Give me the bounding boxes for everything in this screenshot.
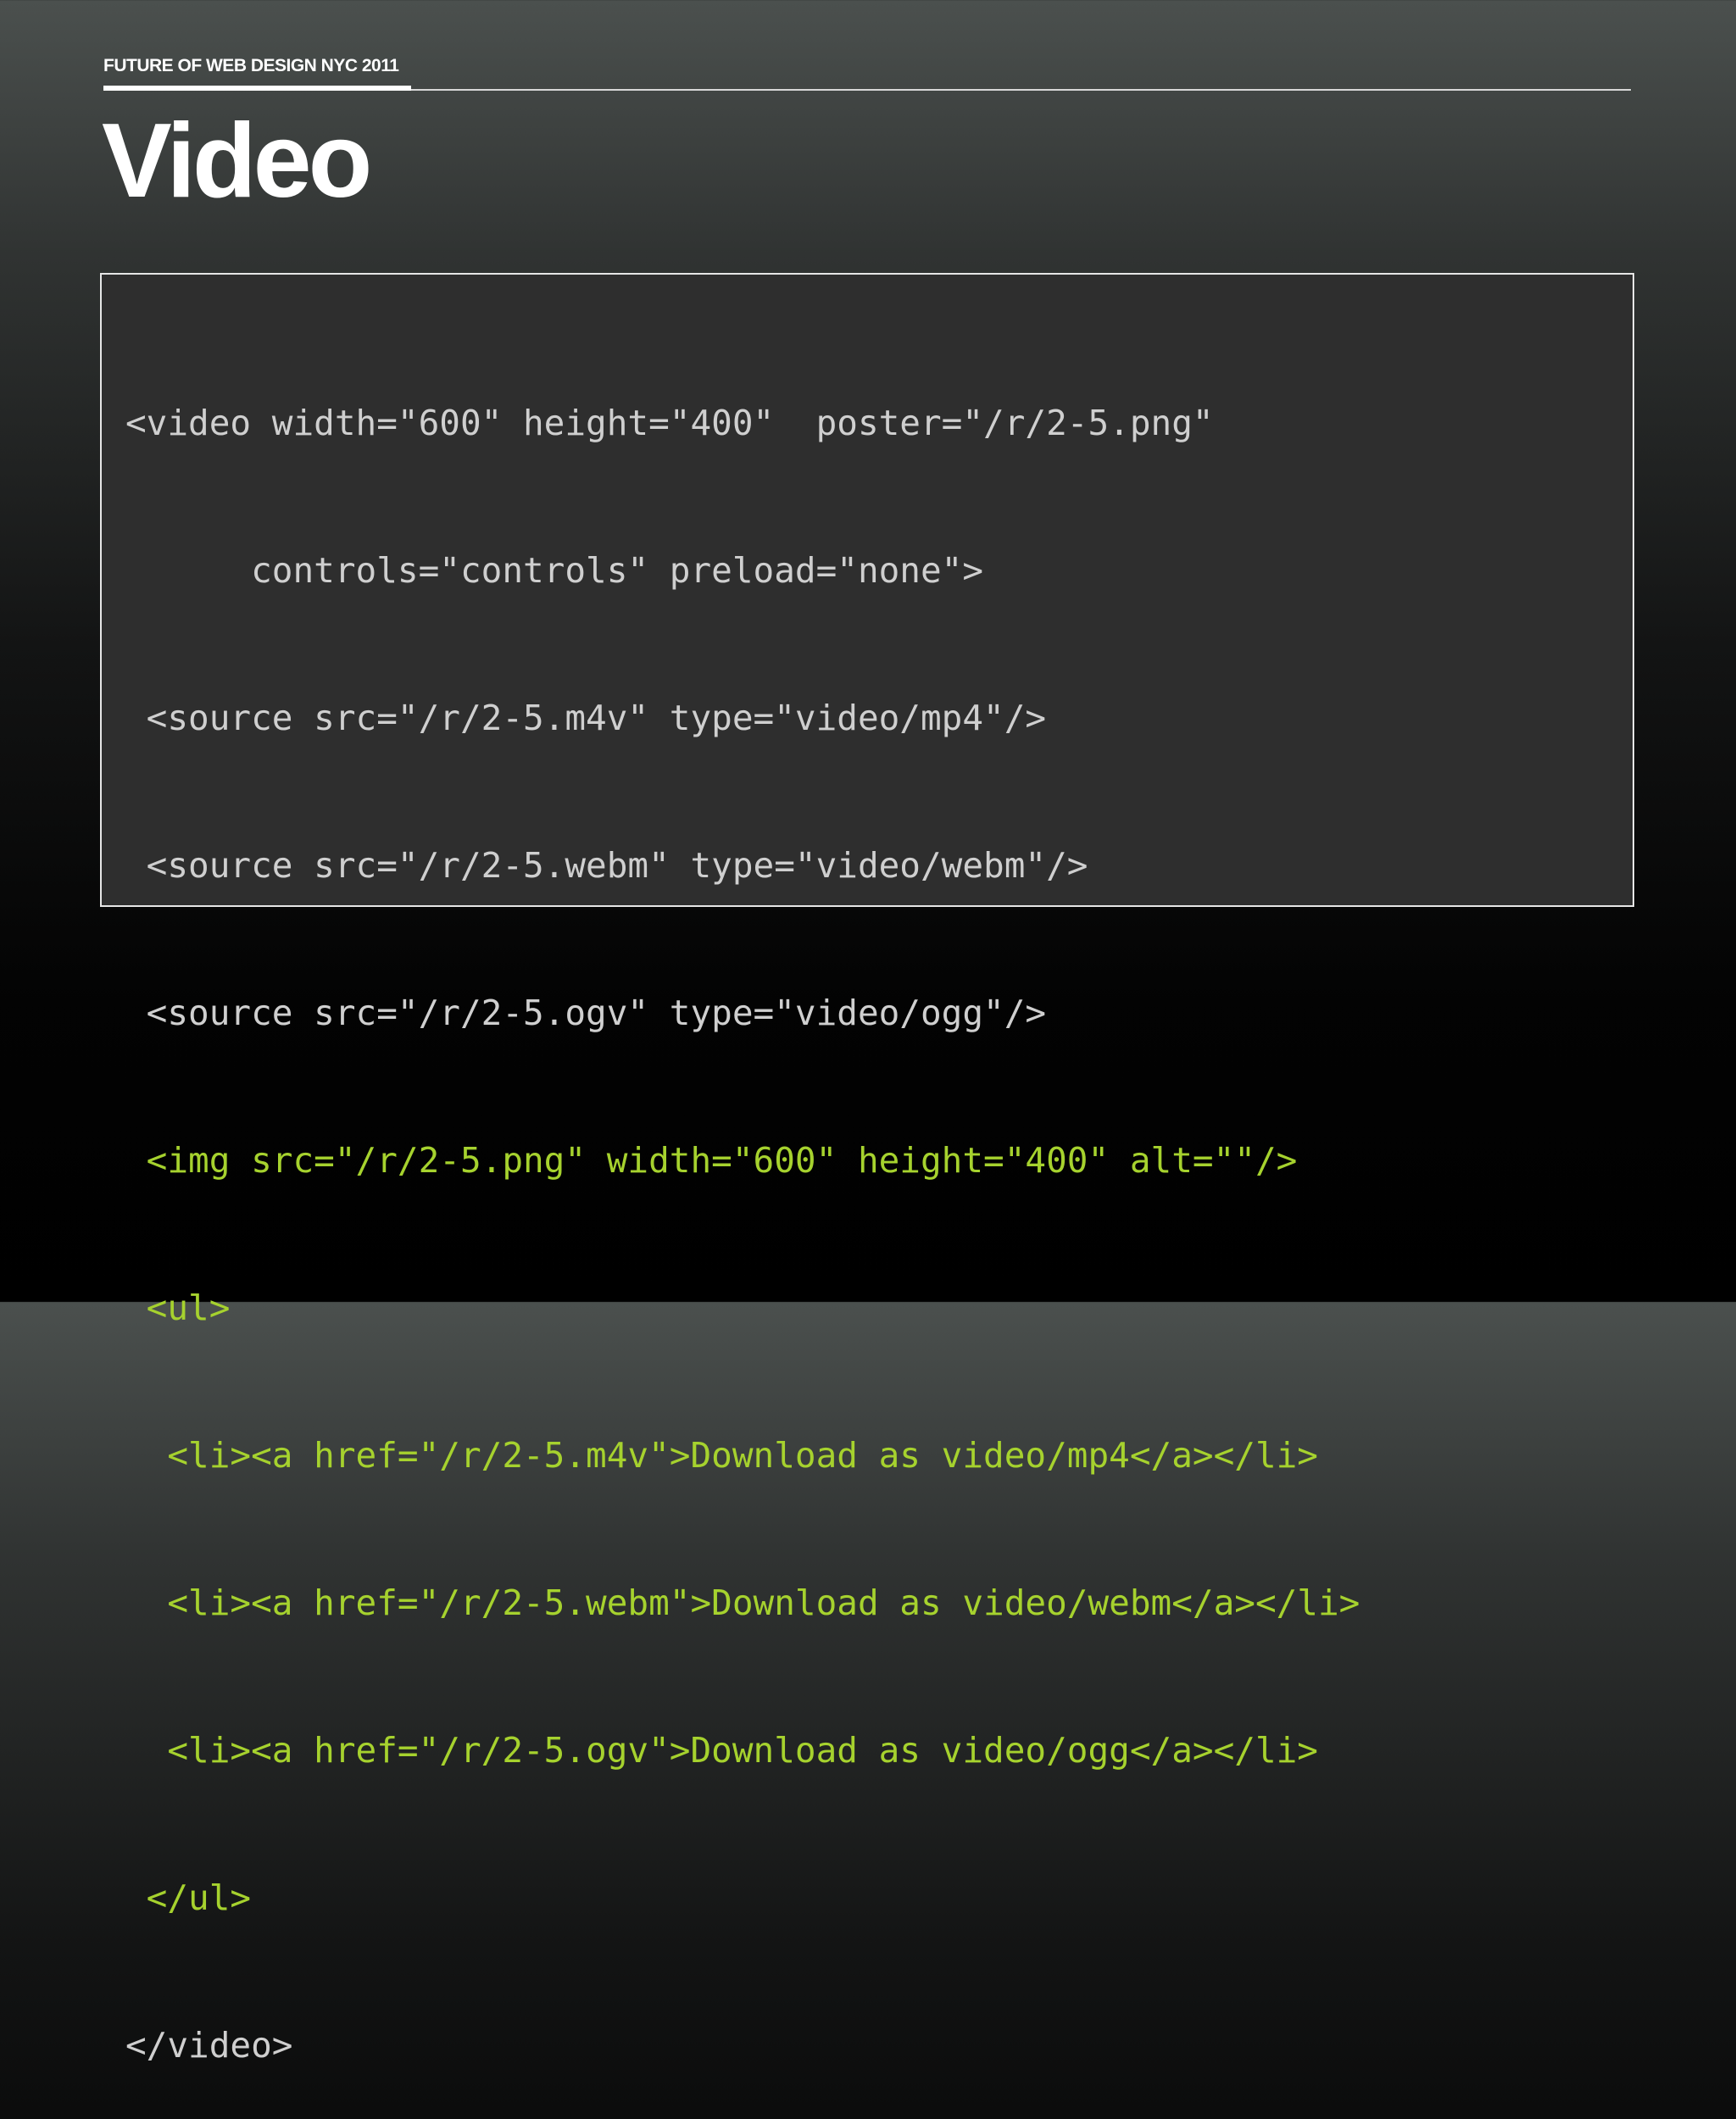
code-line: <video width="600" height="400" poster="… bbox=[125, 403, 1214, 443]
code-line: </video> bbox=[125, 2025, 293, 2066]
code-line: <li><a href="/r/2-5.webm">Download as vi… bbox=[125, 1582, 1360, 1623]
code-lines: <video width="600" height="400" poster="… bbox=[125, 300, 1360, 2119]
code-line: <source src="/r/2-5.m4v" type="video/mp4… bbox=[125, 698, 1047, 738]
code-line: <source src="/r/2-5.webm" type="video/we… bbox=[125, 845, 1088, 886]
code-line: controls="controls" preload="none"> bbox=[125, 550, 984, 591]
code-line: <ul> bbox=[125, 1288, 231, 1328]
conference-label: FUTURE OF WEB DESIGN NYC 2011 bbox=[103, 56, 399, 75]
code-line: <source src="/r/2-5.ogv" type="video/ogg… bbox=[125, 993, 1047, 1033]
slide-title: Video bbox=[102, 103, 372, 220]
code-line: </ul> bbox=[125, 1877, 252, 1918]
code-line: <li><a href="/r/2-5.m4v">Download as vid… bbox=[125, 1435, 1318, 1476]
header-accent-bar bbox=[103, 86, 411, 91]
code-line: <img src="/r/2-5.png" width="600" height… bbox=[125, 1140, 1298, 1181]
code-line: <li><a href="/r/2-5.ogv">Download as vid… bbox=[125, 1730, 1318, 1771]
